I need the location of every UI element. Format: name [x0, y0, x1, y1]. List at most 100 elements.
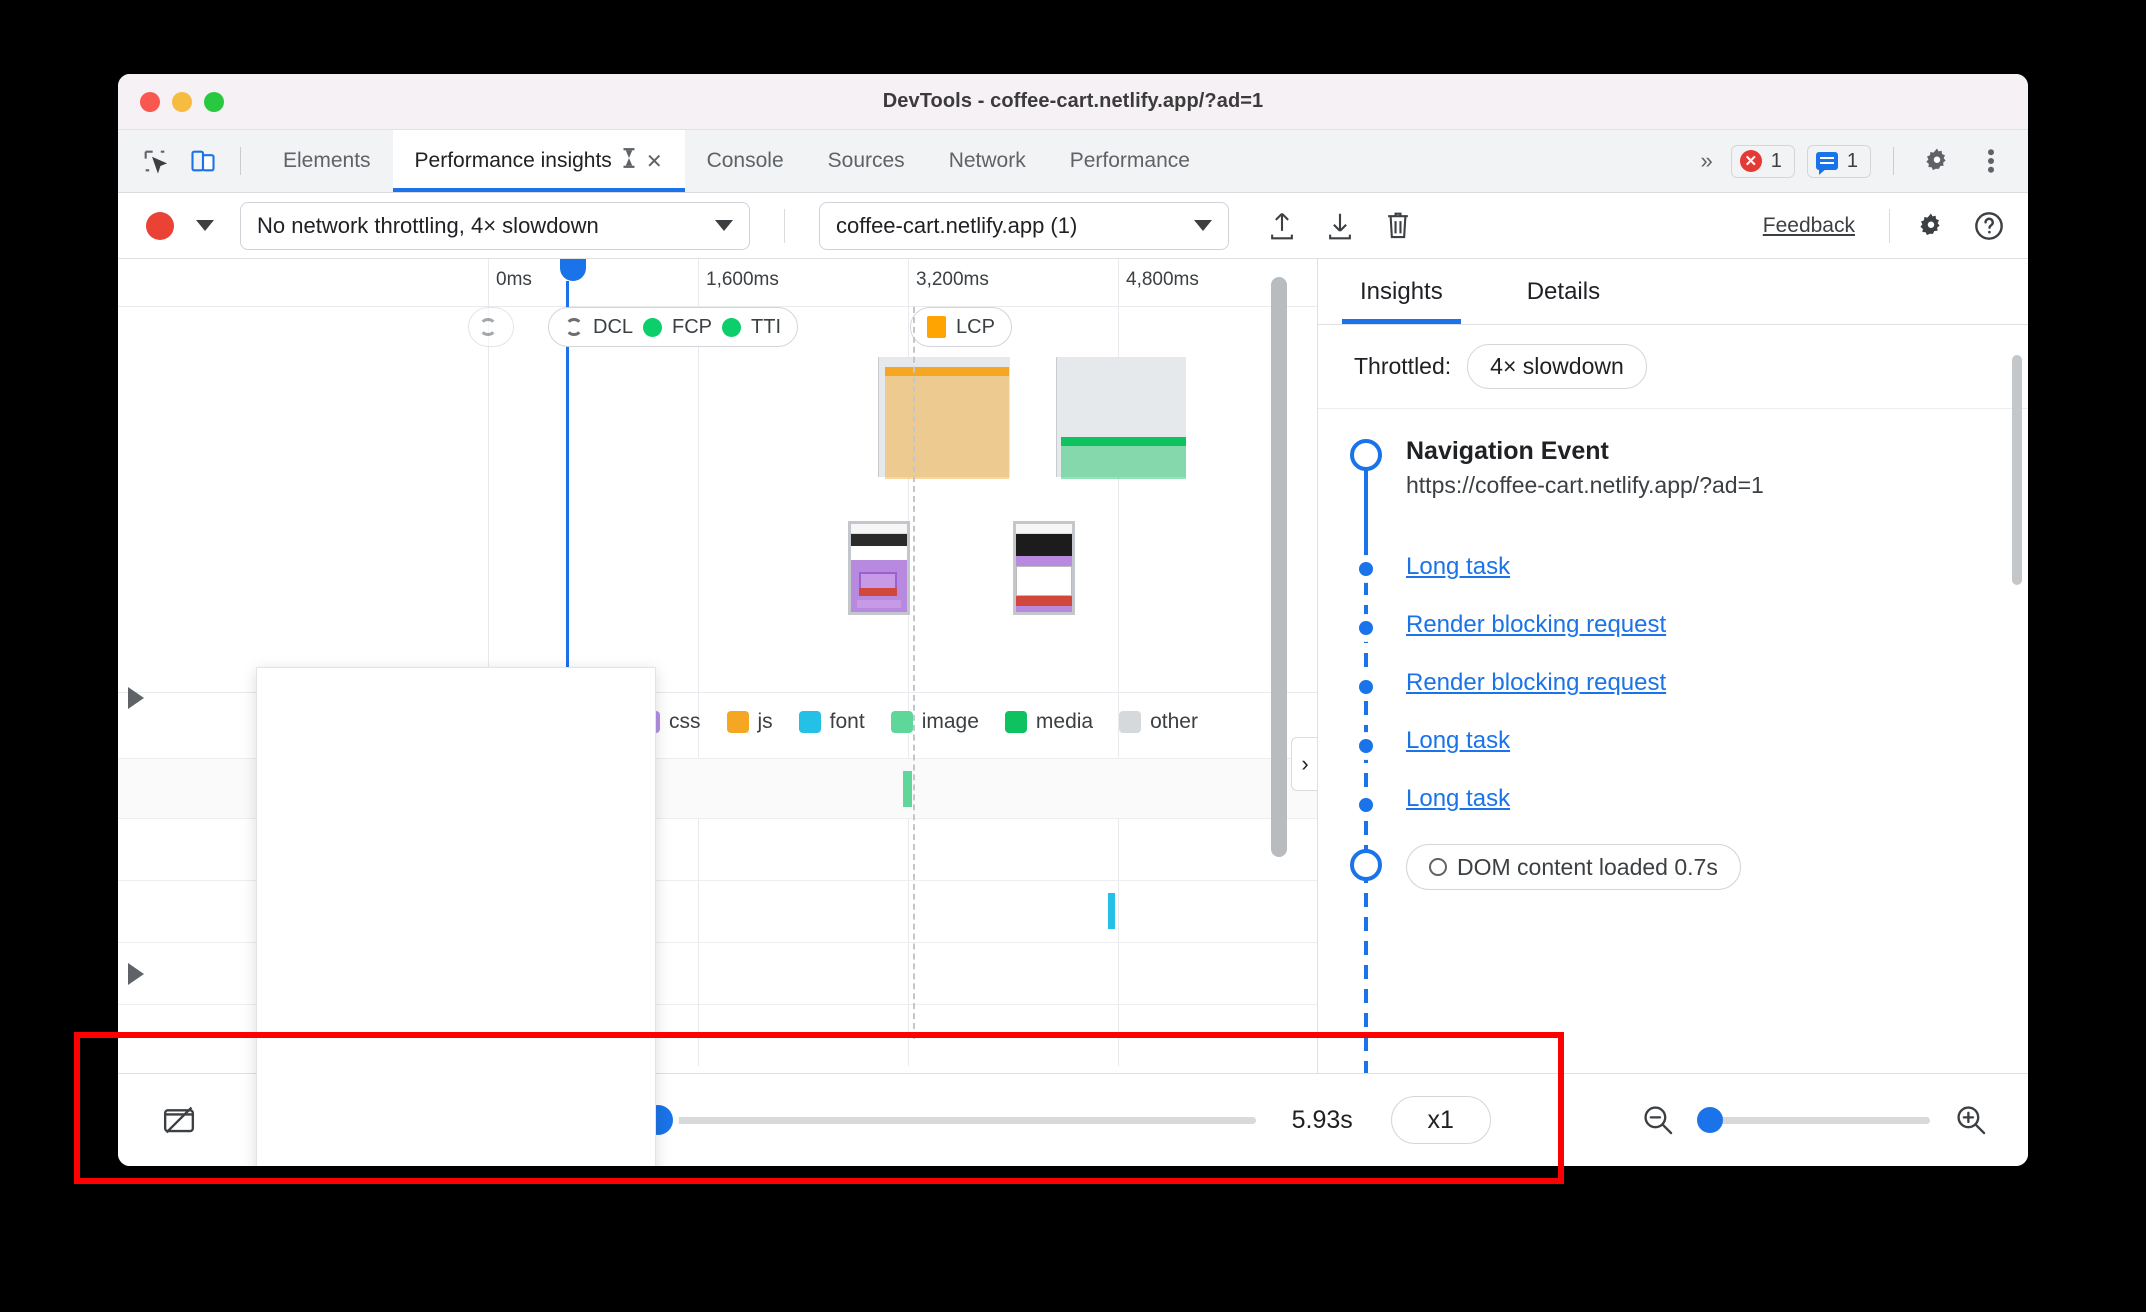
request-header — [1061, 437, 1186, 446]
zoom-in-icon[interactable] — [1944, 1093, 1998, 1147]
download-icon[interactable] — [1317, 203, 1363, 249]
close-tab-icon[interactable]: ✕ — [646, 149, 663, 174]
network-request-js[interactable] — [885, 367, 1009, 479]
dom-content-loaded-chip[interactable]: DOM content loaded 0.7s — [1406, 844, 1741, 890]
marker-pill-dcl-fcp-tti[interactable]: DCL FCP TTI — [548, 307, 799, 347]
tab-label: Elements — [283, 149, 371, 172]
page-value: coffee-cart.netlify.app (1) — [836, 212, 1078, 238]
dcl-ring-icon — [1429, 858, 1447, 876]
insight-link-long-task-3[interactable]: Long task — [1318, 785, 2028, 813]
legend-label-other: other — [1150, 710, 1198, 733]
more-tabs-icon[interactable]: » — [1695, 148, 1719, 174]
navigation-url: https://coffee-cart.netlify.app/?ad=1 — [1406, 472, 1764, 498]
expand-sidebar-icon[interactable]: › — [1291, 737, 1317, 791]
legend-swatch-js — [726, 711, 749, 733]
tab-insights[interactable]: Insights — [1318, 259, 1485, 324]
throttled-value-chip[interactable]: 4× slowdown — [1467, 344, 1647, 389]
insight-link-long-task-1[interactable]: Long task — [1318, 553, 2028, 581]
request-body — [1061, 446, 1186, 479]
timeline-vertical-scrollbar[interactable] — [1271, 277, 1287, 857]
legend-swatch-font — [798, 711, 821, 733]
timeline-ruler[interactable]: 0ms 1,600ms 3,200ms 4,800ms — [118, 259, 1317, 1066]
zoom-out-icon[interactable] — [1631, 1093, 1685, 1147]
throttling-dropdown[interactable]: No network throttling, 4× slowdown — [240, 201, 750, 250]
legend-item-image: image — [890, 710, 979, 734]
playhead-handle[interactable] — [560, 259, 586, 291]
screenshot-off-icon[interactable] — [152, 1093, 206, 1147]
tab-strip-tools — [118, 130, 261, 192]
inspect-element-icon[interactable] — [134, 140, 176, 182]
main-body: 0ms 1,600ms 3,200ms 4,800ms DCL FCP TTI … — [118, 259, 2028, 1166]
insights-pane: Insights Details Throttled: 4× slowdown … — [1318, 259, 2028, 1139]
expand-track-icon[interactable] — [128, 687, 144, 709]
tab-elements[interactable]: Elements — [261, 130, 393, 192]
throttling-value: No network throttling, 4× slowdown — [257, 212, 599, 238]
track-event-font[interactable] — [1108, 893, 1115, 929]
error-icon: ✕ — [1739, 150, 1762, 172]
zoom-slider-knob[interactable] — [1697, 1107, 1724, 1133]
help-circle-icon[interactable] — [1966, 203, 2012, 249]
minimize-window-button[interactable] — [172, 92, 192, 112]
timeline-markers: DCL FCP TTI LCP — [118, 307, 1317, 353]
message-count-badge[interactable]: 1 — [1806, 144, 1871, 178]
trash-icon[interactable] — [1375, 203, 1421, 249]
message-icon — [1815, 152, 1838, 170]
title-bar: DevTools - coffee-cart.netlify.app/?ad=1 — [118, 74, 2028, 130]
upload-icon[interactable] — [1259, 203, 1305, 249]
lcp-icon — [927, 316, 946, 338]
insight-link-render-blocking-2[interactable]: Render blocking request — [1318, 669, 2028, 697]
marker-pill-lcp[interactable]: LCP — [910, 307, 1012, 347]
throttled-label: Throttled: — [1354, 353, 1452, 379]
tab-performance[interactable]: Performance — [1048, 130, 1212, 192]
tab-console[interactable]: Console — [685, 130, 806, 192]
ruler-label-0: 0ms — [496, 269, 532, 290]
device-toolbar-icon[interactable] — [182, 140, 224, 182]
error-count: 1 — [1770, 149, 1782, 172]
throttle-summary: Throttled: 4× slowdown — [1318, 325, 2028, 409]
record-circle-icon[interactable] — [146, 211, 174, 240]
window-controls[interactable] — [140, 92, 224, 112]
filmstrip-frame[interactable] — [848, 521, 910, 615]
insight-link-long-task-2[interactable]: Long task — [1318, 727, 2028, 755]
error-count-badge[interactable]: ✕ 1 — [1730, 144, 1795, 178]
toolbar-divider — [240, 147, 241, 175]
ruler-label-4800: 4,800ms — [1126, 269, 1199, 290]
network-request-media[interactable] — [1061, 437, 1186, 479]
insight-link-render-blocking-1[interactable]: Render blocking request — [1318, 611, 2028, 639]
tab-network[interactable]: Network — [927, 130, 1048, 192]
playback-speed-chip[interactable]: x1 — [1390, 1096, 1491, 1144]
legend-label-image: image — [921, 710, 979, 733]
status-divider — [1893, 147, 1894, 175]
panel-tabs: Elements Performance insights ✕ Console … — [261, 130, 1212, 192]
tab-performance-insights[interactable]: Performance insights ✕ — [392, 130, 685, 192]
time-guideline — [913, 307, 915, 1039]
fcp-icon — [643, 317, 663, 337]
navigation-event[interactable]: Navigation Event https://coffee-cart.net… — [1318, 437, 2028, 499]
toolbar-divider — [1889, 208, 1890, 243]
gear-icon[interactable] — [1916, 140, 1958, 182]
devtools-tab-strip: Elements Performance insights ✕ Console … — [118, 130, 2028, 193]
tab-sources[interactable]: Sources — [806, 130, 927, 192]
page-select-dropdown[interactable]: coffee-cart.netlify.app (1) — [819, 201, 1229, 250]
zoom-range-slider[interactable] — [1697, 1107, 1931, 1133]
grid-line — [698, 353, 699, 693]
time-range-slider[interactable] — [568, 1105, 1256, 1135]
tab-details[interactable]: Details — [1485, 259, 1642, 324]
filmstrip-frame[interactable] — [1013, 521, 1075, 615]
tab-label: Sources — [827, 149, 905, 172]
legend-item-js: js — [726, 710, 773, 734]
chevron-down-icon — [715, 220, 733, 231]
maximize-window-button[interactable] — [204, 92, 224, 112]
track-event-image[interactable] — [903, 771, 912, 807]
close-window-button[interactable] — [140, 92, 160, 112]
record-dropdown-icon[interactable] — [196, 220, 214, 231]
dcl-node-icon — [1350, 849, 1382, 881]
tab-label: Network — [948, 149, 1026, 172]
kebab-menu-icon[interactable] — [1970, 140, 2012, 182]
insights-vertical-scrollbar[interactable] — [2012, 355, 2022, 585]
marker-pill-partial[interactable] — [468, 307, 514, 347]
gear-icon[interactable] — [1908, 203, 1954, 249]
network-track[interactable] — [118, 353, 1317, 693]
expand-track-icon[interactable] — [128, 963, 144, 985]
feedback-link[interactable]: Feedback — [1763, 214, 1855, 238]
